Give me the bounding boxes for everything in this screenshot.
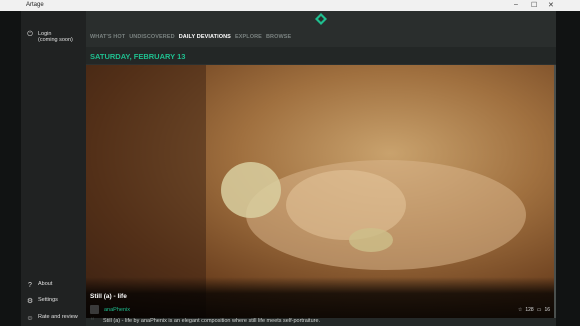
sidebar-item-label: About (38, 281, 53, 287)
deviation-stats: ☆ 128 ▭ 16 (518, 307, 550, 313)
tab-undiscovered[interactable]: UNDISCOVERED (129, 34, 175, 40)
description-bar: “ Still (a) - life by anaPhenix is an el… (86, 316, 556, 326)
gear-icon: ⚙ (26, 298, 34, 305)
caption-overlay: Still (a) - life anaPhenix ☆ 128 ▭ 16 (86, 277, 554, 318)
deviation-description: Still (a) - life by anaPhenix is an eleg… (103, 318, 321, 324)
deviantart-logo-icon (315, 13, 327, 25)
comments-count: 16 (544, 307, 550, 313)
nav-tabs: WHAT'S HOT UNDISCOVERED DAILY DEVIATIONS… (90, 34, 291, 40)
header: WHAT'S HOT UNDISCOVERED DAILY DEVIATIONS… (86, 11, 556, 47)
main-content: WHAT'S HOT UNDISCOVERED DAILY DEVIATIONS… (86, 11, 556, 326)
question-icon: ? (28, 281, 32, 289)
tab-daily-deviations[interactable]: DAILY DEVIATIONS (179, 34, 231, 40)
deviation-image[interactable]: Still (a) - life anaPhenix ☆ 128 ▭ 16 (86, 65, 554, 318)
login-sublabel: (coming soon) (38, 37, 73, 43)
date-header: SATURDAY, FEBRUARY 13 (86, 47, 556, 64)
tab-browse[interactable]: BROWSE (266, 34, 291, 40)
avatar[interactable] (90, 305, 99, 314)
app-title: Artage (26, 2, 44, 8)
scrollbar[interactable] (554, 65, 556, 318)
tab-whats-hot[interactable]: WHAT'S HOT (90, 34, 125, 40)
sidebar-item-rate[interactable]: ☺ Rate and review (21, 314, 86, 322)
minimize-button[interactable]: – (514, 1, 518, 8)
sidebar-item-label: Rate and review (38, 314, 78, 320)
left-edge (0, 11, 21, 326)
sidebar-item-about[interactable]: ? About (21, 281, 86, 289)
close-button[interactable]: ✕ (548, 1, 554, 9)
tab-explore[interactable]: EXPLORE (235, 34, 262, 40)
star-icon: ☆ (517, 307, 523, 313)
smiley-icon: ☺ (26, 314, 34, 322)
favorites-count: 128 (525, 307, 534, 313)
right-edge (556, 11, 580, 326)
comment-icon: ▭ (536, 307, 542, 313)
sidebar: ⏻ Login (coming soon) ? About ⚙ Settings… (21, 11, 86, 326)
date-label: SATURDAY, FEBRUARY 13 (90, 52, 186, 61)
author-link[interactable]: anaPhenix (104, 307, 130, 313)
power-icon: ⏻ (27, 31, 33, 38)
quote-icon: “ (91, 316, 94, 326)
sidebar-item-settings[interactable]: ⚙ Settings (21, 297, 86, 305)
title-bar: Artage – ☐ ✕ (0, 0, 580, 11)
sidebar-item-label: Settings (38, 297, 58, 303)
sidebar-item-login[interactable]: ⏻ Login (coming soon) (21, 31, 86, 43)
deviation-title[interactable]: Still (a) - life (90, 293, 127, 300)
maximize-button[interactable]: ☐ (531, 1, 537, 9)
